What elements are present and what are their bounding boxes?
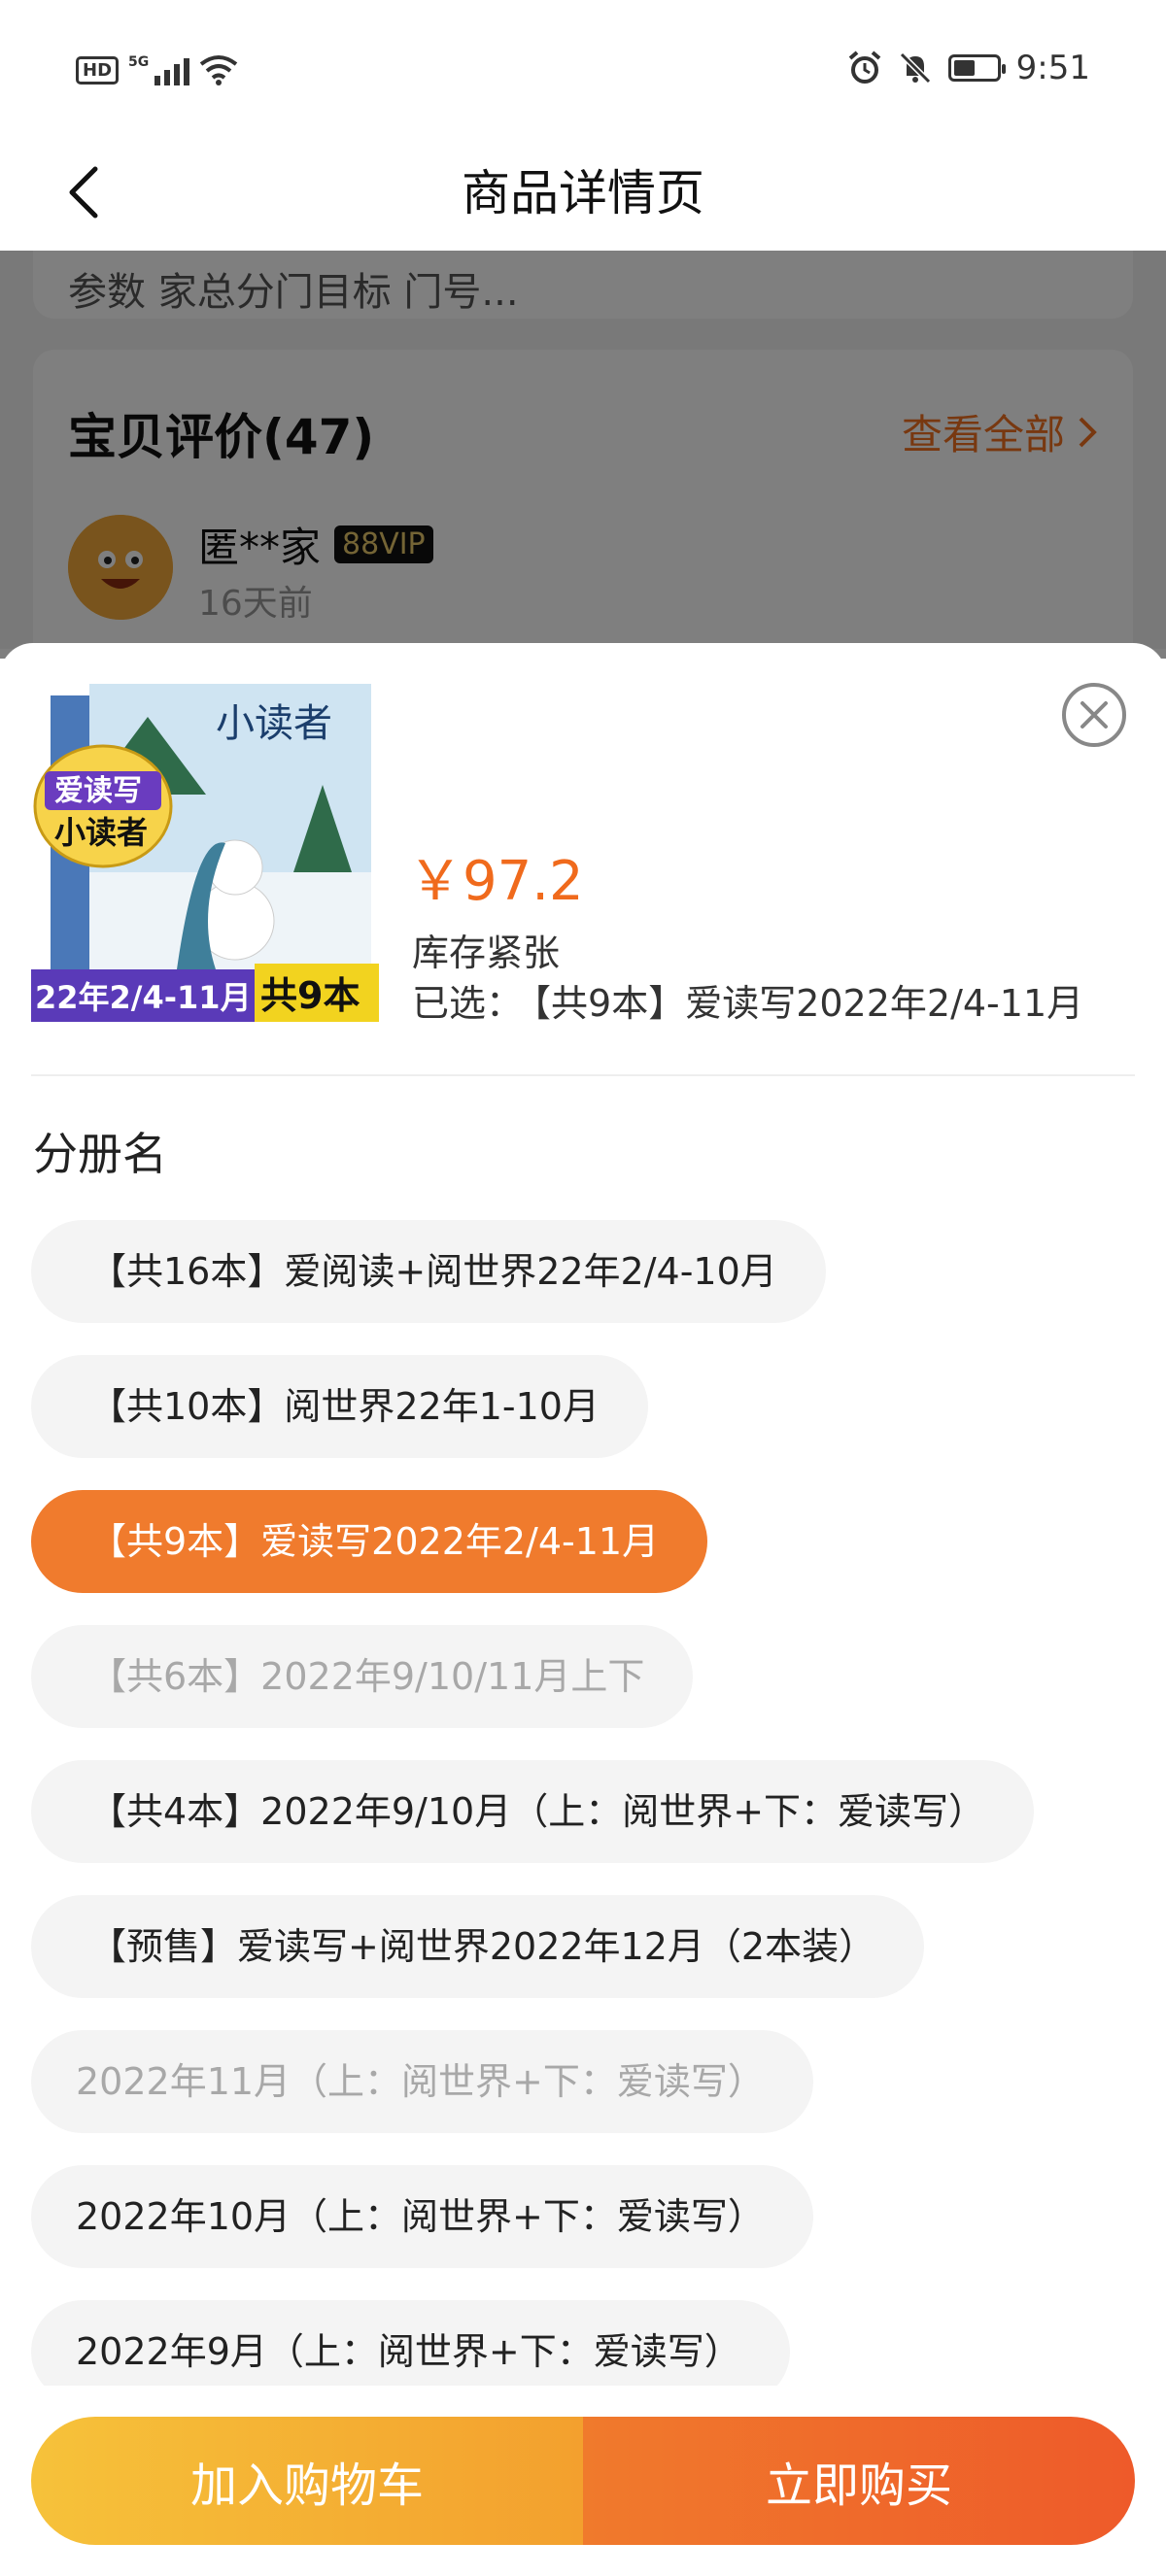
sku-option[interactable]: 【共16本】爱阅读+阅世界22年2/4-10月 bbox=[31, 1220, 826, 1323]
alarm-icon bbox=[848, 51, 880, 84]
thumb-cover-title: 小读者 bbox=[216, 701, 332, 746]
sku-option-disabled[interactable]: 2022年11月（上：阅世界+下：爱读写） bbox=[31, 2030, 813, 2133]
selected-sku: 已选： 【共9本】爱读写2022年2/4-11月 bbox=[412, 973, 1083, 1027]
dim-overlay[interactable] bbox=[0, 251, 1166, 659]
divider bbox=[31, 1074, 1135, 1076]
thumb-band-right: 共9本 bbox=[260, 974, 360, 1017]
hd-icon: HD bbox=[76, 55, 120, 85]
thumb-badge-top: 爱读写 bbox=[54, 774, 142, 808]
network-type-label: 5G bbox=[128, 54, 150, 70]
product-thumbnail: 小读者 爱读写 小读者 22年2/4-11月 共9本 bbox=[31, 678, 379, 1022]
price: ￥97.2 bbox=[408, 850, 584, 913]
thumb-badge-bottom: 小读者 bbox=[54, 814, 148, 851]
mute-bell-icon bbox=[899, 51, 931, 85]
sku-option[interactable]: 【预售】爱读写+阅世界2022年12月（2本装） bbox=[31, 1895, 925, 1998]
action-buttons: 加入购物车 立即购买 bbox=[31, 2417, 1135, 2545]
sku-option-selected[interactable]: 【共9本】爱读写2022年2/4-11月 bbox=[31, 1490, 708, 1593]
page-title: 商品详情页 bbox=[462, 165, 704, 221]
status-right: 9:51 bbox=[847, 49, 1090, 87]
stock-status: 库存紧张 bbox=[412, 932, 561, 974]
add-to-cart-button[interactable]: 加入购物车 bbox=[31, 2417, 583, 2545]
sku-option[interactable]: 【共4本】2022年9/10月（上：阅世界+下：爱读写） bbox=[31, 1760, 1035, 1863]
option-group-title: 分册名 bbox=[33, 1128, 167, 1180]
sku-option-disabled[interactable]: 【共6本】2022年9/10/11月上下 bbox=[31, 1625, 694, 1728]
sku-option[interactable]: 【共10本】阅世界22年1-10月 bbox=[31, 1355, 648, 1458]
selected-label: 已选： bbox=[412, 982, 524, 1025]
status-left: HD 5G bbox=[76, 54, 238, 85]
signal-icon bbox=[154, 54, 190, 85]
wifi-icon bbox=[200, 55, 238, 85]
sku-selector-sheet: 小读者 爱读写 小读者 22年2/4-11月 共9本 ￥97.2 库存紧张 已选… bbox=[0, 643, 1166, 2576]
option-list: 【共16本】爱阅读+阅世界22年2/4-10月 【共10本】阅世界22年1-10… bbox=[31, 1220, 1135, 2435]
clock-time: 9:51 bbox=[1015, 49, 1090, 87]
sku-option[interactable]: 2022年10月（上：阅世界+下：爱读写） bbox=[31, 2165, 813, 2268]
status-bar: HD 5G 9:51 bbox=[0, 0, 1166, 146]
close-icon[interactable] bbox=[1061, 682, 1127, 748]
thumb-band-left: 22年2/4-11月 bbox=[35, 979, 252, 1016]
battery-icon bbox=[947, 54, 1006, 82]
battery-level bbox=[953, 60, 975, 76]
top-nav-bar: 商品详情页 bbox=[0, 136, 1166, 251]
selected-value: 【共9本】爱读写2022年2/4-11月 bbox=[532, 982, 1084, 1025]
buy-now-button[interactable]: 立即购买 bbox=[583, 2417, 1135, 2545]
